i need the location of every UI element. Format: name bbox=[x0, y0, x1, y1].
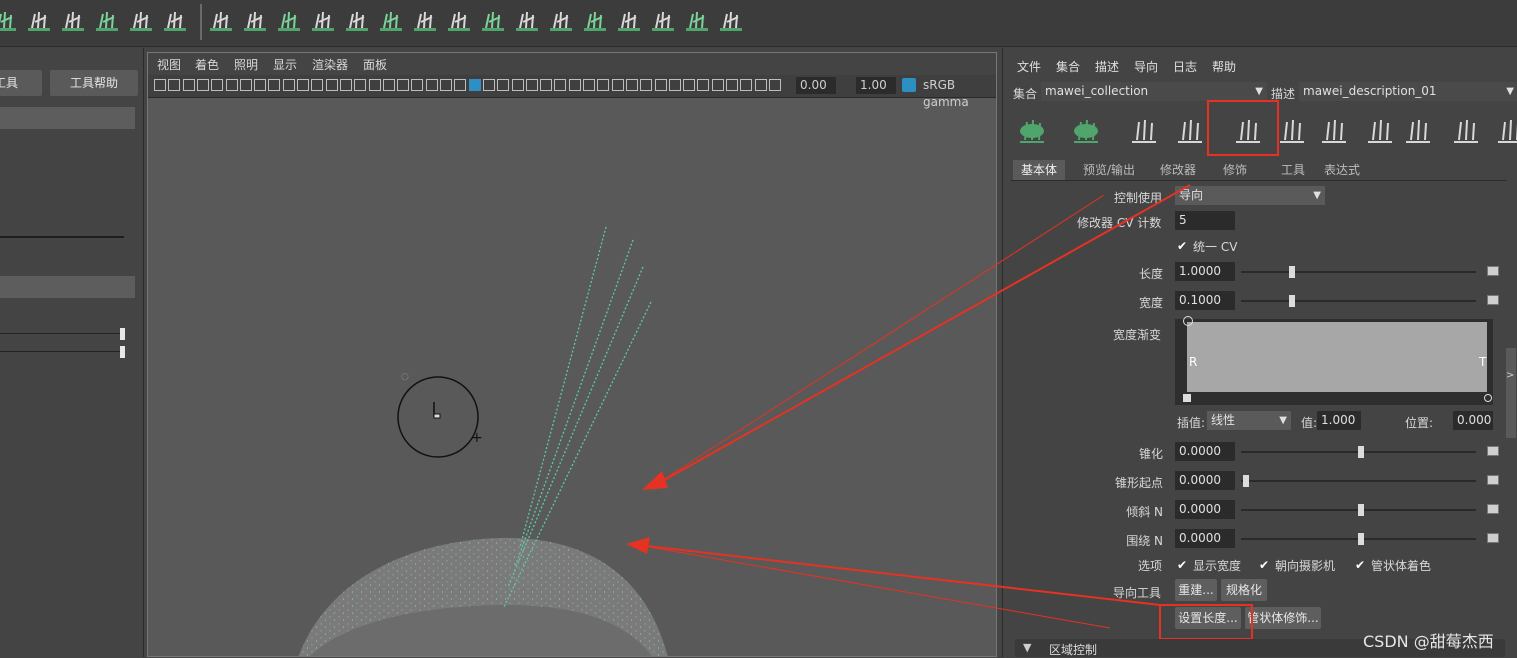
arrowhead bbox=[626, 537, 650, 554]
annotation-arrow-shaft bbox=[637, 544, 1161, 606]
arrowhead bbox=[642, 471, 668, 490]
annotation-arrows bbox=[626, 184, 1191, 629]
annotation-arrow-shaft bbox=[651, 184, 1191, 488]
annotation-line bbox=[651, 194, 1105, 488]
annotation-line bbox=[637, 544, 1111, 629]
watermark: CSDN @甜莓杰西 bbox=[1363, 632, 1494, 651]
